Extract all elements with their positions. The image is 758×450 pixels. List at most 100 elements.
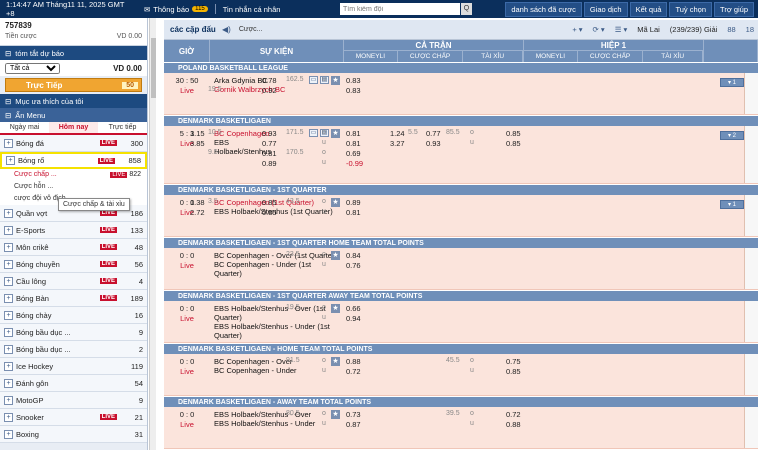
league-header[interactable]: DENMARK BASKETLIGAEN - HOME TEAM TOTAL P… (164, 343, 758, 354)
more-bets-button[interactable]: ▾ 2 (720, 131, 744, 140)
odds-cell[interactable]: 0.73 (346, 410, 361, 419)
odds-cell[interactable]: 0.85 (262, 208, 277, 217)
tab-today[interactable]: Hôm nay (49, 122, 98, 133)
top-button[interactable]: Trợ giúp (714, 2, 754, 17)
sport-item[interactable]: + Bóng Bàn LIVE 189 (0, 290, 147, 307)
odds-cell[interactable]: 0.81 (262, 149, 277, 158)
messages-link[interactable]: Tin nhắn cá nhân (219, 5, 285, 14)
league-header[interactable]: DENMARK BASKETLIGAEN - 1ST QUARTER (164, 184, 758, 195)
tab-tomorrow[interactable]: Ngày mai (0, 122, 49, 133)
sport-item[interactable]: + MotoGP 9 (0, 392, 147, 409)
sport-item[interactable]: + E-Sports LIVE 133 (0, 222, 147, 239)
sport-item[interactable]: + Ice Hockey 119 (0, 358, 147, 375)
plus-icon[interactable]: + (4, 293, 13, 303)
odds-cell[interactable]: 0.94 (346, 314, 361, 323)
odds-cell[interactable]: 0.83 (346, 86, 361, 95)
sport-item[interactable]: + Đánh gôn 54 (0, 375, 147, 392)
star-icon[interactable]: ★ (331, 304, 340, 313)
region-select[interactable]: Mã Lai (637, 25, 660, 34)
top-button[interactable]: Tuỳ chọn (669, 2, 713, 17)
plus-icon[interactable]: + (4, 259, 13, 269)
odds-cell[interactable]: 0.92 (262, 86, 277, 95)
odds-cell[interactable]: 1.24 (390, 129, 405, 138)
sub-item[interactable]: Cược chấp ... LIVE 822 (0, 169, 147, 181)
odds-cell[interactable]: 0.76 (346, 261, 361, 270)
tab-live[interactable]: Trực tiếp (98, 122, 147, 133)
plus-icon[interactable]: + (6, 156, 15, 165)
plus-icon[interactable]: + (4, 208, 13, 218)
plus-icon[interactable]: + (4, 344, 13, 354)
odds-cell[interactable]: 0.89 (262, 159, 277, 168)
star-icon[interactable]: ★ (331, 129, 340, 138)
league-header[interactable]: DENMARK BASKETLIGAEN (164, 115, 758, 126)
league-header[interactable]: POLAND BASKETBALL LEAGUE (164, 62, 758, 73)
search-icon[interactable]: Q (461, 3, 472, 15)
league-header[interactable]: DENMARK BASKETLIGAEN - 1ST QUARTER AWAY … (164, 290, 758, 301)
odds-cell[interactable]: 0.83 (346, 76, 361, 85)
tv-icon[interactable]: ▭ (309, 76, 318, 84)
star-icon[interactable]: ★ (331, 76, 340, 85)
favorites-header[interactable]: ⊟ Mục ưa thích của tôi (0, 94, 147, 108)
odds-cell[interactable]: 3.85 (190, 139, 205, 148)
odds-cell[interactable]: 3.27 (390, 139, 405, 148)
top-button[interactable]: Kết quả (629, 2, 668, 17)
plus-icon[interactable]: + (4, 412, 13, 422)
sport-item[interactable]: + Bóng chày 16 (0, 307, 147, 324)
summary-header[interactable]: ⊟ tóm tắt dự báo (0, 46, 147, 60)
star-icon[interactable]: ★ (331, 410, 340, 419)
plus-icon[interactable]: + (4, 242, 13, 252)
odds-cell[interactable]: 1.38 (190, 198, 205, 207)
odds-cell[interactable]: 0.93 (262, 129, 277, 138)
odds-cell[interactable]: 0.72 (346, 367, 361, 376)
top-button[interactable]: Giao dịch (583, 2, 628, 17)
sport-item[interactable]: + Bóng bầu dục ... 9 (0, 324, 147, 341)
refresh-icon[interactable]: ⟳ ▾ (593, 25, 605, 34)
live-button[interactable]: Trực Tiếp 50 (5, 78, 142, 92)
star-icon[interactable]: ★ (331, 357, 340, 366)
tv-icon[interactable]: ▭ (309, 129, 318, 137)
top-button[interactable]: danh sách đã cược (505, 2, 582, 17)
sport-item[interactable]: + Cầu lông LIVE 4 (0, 273, 147, 290)
star-icon[interactable]: ★ (331, 198, 340, 207)
left-scrollbar[interactable] (149, 18, 156, 450)
sport-item[interactable]: + Snooker LIVE 21 (0, 409, 147, 426)
odds-cell[interactable]: 1.15 (190, 129, 205, 138)
search-input[interactable] (340, 3, 460, 15)
summary-filter[interactable]: Tất cả (5, 62, 60, 74)
league-header[interactable]: DENMARK BASKETLIGAEN - 1ST QUARTER HOME … (164, 237, 758, 248)
plus-icon[interactable]: + (4, 395, 13, 405)
odds-cell[interactable]: 0.78 (262, 76, 277, 85)
odds-cell[interactable]: 0.66 (346, 304, 361, 313)
odds-cell[interactable]: 0.85 (506, 129, 521, 138)
odds-cell[interactable]: 0.93 (426, 139, 441, 148)
odds-cell[interactable]: 0.88 (506, 420, 521, 429)
sport-item[interactable]: + Bóng đá LIVE 300 (0, 135, 147, 152)
odds-cell[interactable]: -0.99 (346, 159, 363, 168)
odds-cell[interactable]: 0.81 (346, 139, 361, 148)
star-icon[interactable]: ★ (331, 251, 340, 260)
odds-cell[interactable]: 0.77 (262, 139, 277, 148)
odds-cell[interactable]: 0.84 (346, 251, 361, 260)
odds-cell[interactable]: 0.69 (346, 149, 361, 158)
sub-item[interactable]: Cược hỗn ... (0, 181, 147, 193)
plus-icon[interactable]: + (4, 429, 13, 439)
plus-icon[interactable]: + (4, 310, 13, 320)
hide-menu[interactable]: ⊟ Ẩn Menu (0, 108, 147, 122)
sport-item[interactable]: + Bóng chuyền LIVE 56 (0, 256, 147, 273)
more-bets-button[interactable]: ▾ 1 (720, 200, 744, 209)
league-header[interactable]: DENMARK BASKETLIGAEN - AWAY TEAM TOTAL P… (164, 396, 758, 407)
bet-type-select[interactable]: Cược... (239, 26, 279, 33)
odds-cell[interactable]: 0.87 (346, 420, 361, 429)
odds-cell[interactable]: 0.81 (346, 208, 361, 217)
sport-item[interactable]: + Bóng rổ LIVE 858 (0, 152, 147, 169)
odds-cell[interactable]: 0.85 (506, 367, 521, 376)
plus-icon[interactable]: + (4, 138, 13, 148)
speaker-icon[interactable]: ◀) (222, 25, 231, 34)
odds-cell[interactable]: 0.85 (506, 139, 521, 148)
odds-cell[interactable]: 0.89 (346, 198, 361, 207)
sport-item[interactable]: + Boxing 31 (0, 426, 147, 443)
plus-icon[interactable]: + (4, 225, 13, 235)
odds-cell[interactable]: 0.81 (346, 129, 361, 138)
plus-icon[interactable]: + (4, 361, 13, 371)
odds-cell[interactable]: 0.88 (346, 357, 361, 366)
